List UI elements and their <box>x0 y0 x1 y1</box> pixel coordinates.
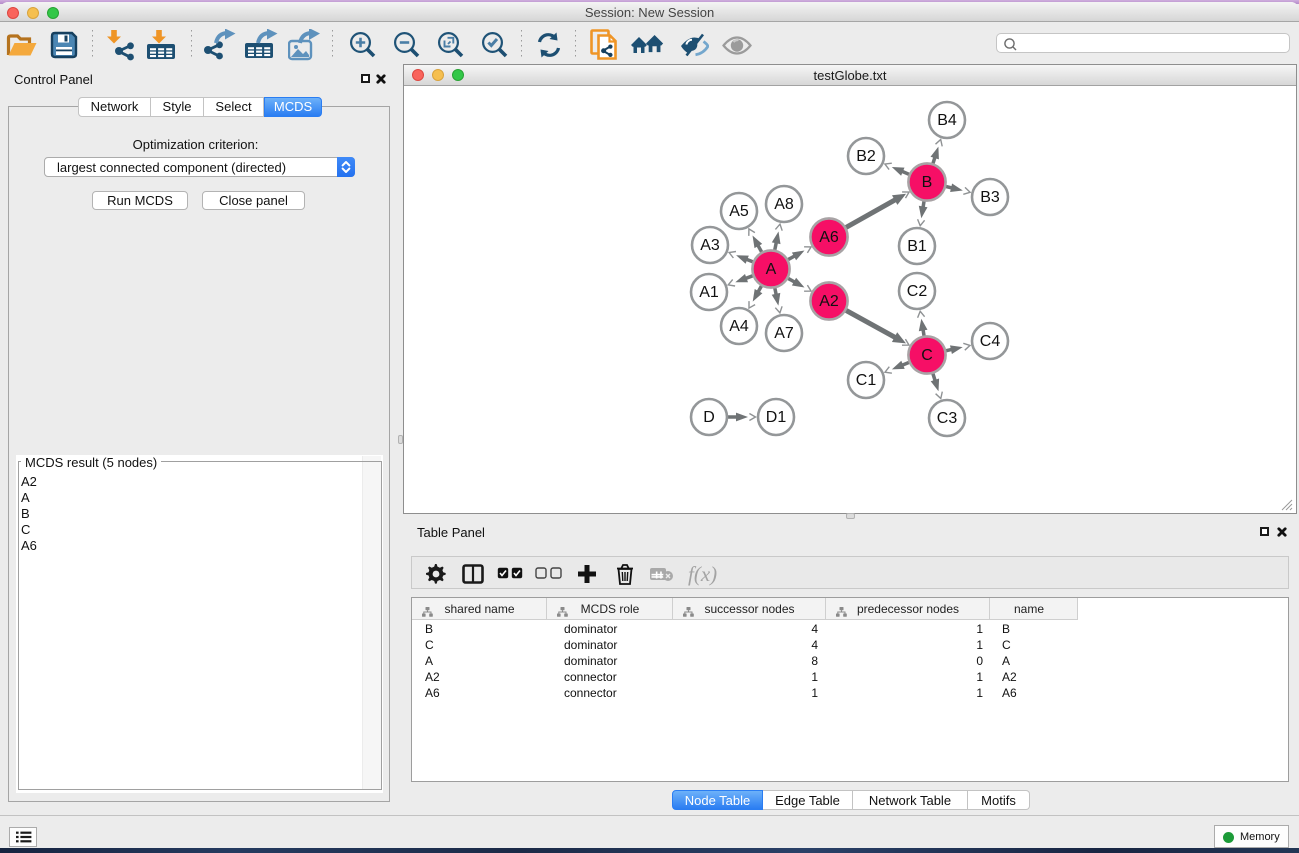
svg-text:A1: A1 <box>699 284 719 301</box>
svg-text:B3: B3 <box>980 189 1000 206</box>
svg-text:A3: A3 <box>700 237 720 254</box>
svg-text:B2: B2 <box>856 148 876 165</box>
svg-text:A6: A6 <box>819 229 839 246</box>
svg-text:B4: B4 <box>937 112 957 129</box>
svg-text:A7: A7 <box>774 325 794 342</box>
svg-text:C3: C3 <box>937 410 958 427</box>
svg-text:D1: D1 <box>766 409 787 426</box>
svg-text:D: D <box>703 409 715 426</box>
svg-text:C: C <box>921 347 933 364</box>
svg-text:B1: B1 <box>907 238 927 255</box>
svg-text:A4: A4 <box>729 318 749 335</box>
svg-text:A5: A5 <box>729 203 749 220</box>
svg-text:C2: C2 <box>907 283 928 300</box>
svg-text:B: B <box>922 174 933 191</box>
svg-text:C1: C1 <box>856 372 877 389</box>
svg-text:A8: A8 <box>774 196 794 213</box>
svg-text:A2: A2 <box>819 293 839 310</box>
svg-text:C4: C4 <box>980 333 1001 350</box>
svg-text:A: A <box>766 261 777 278</box>
